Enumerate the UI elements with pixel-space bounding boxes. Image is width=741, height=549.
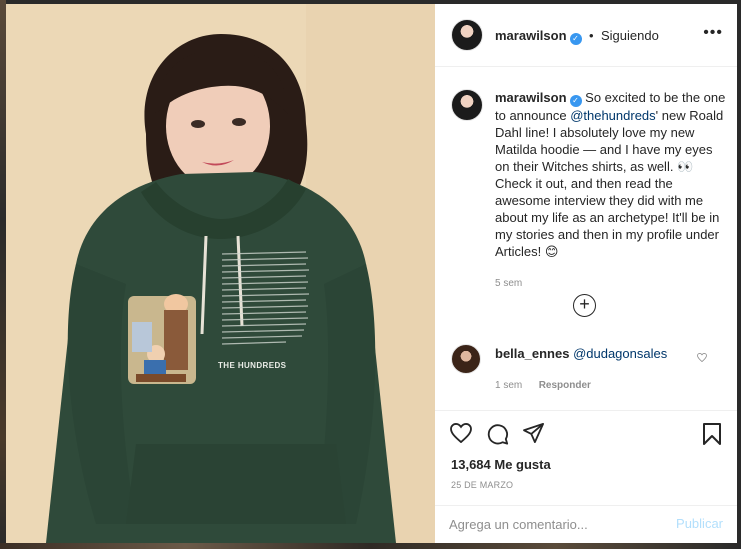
- comment-input[interactable]: [449, 514, 649, 534]
- like-count[interactable]: 13,684 Me gusta: [451, 457, 551, 472]
- photo-illustration: [6, 4, 435, 543]
- post-photo[interactable]: THE HUNDREDS: [6, 4, 435, 543]
- comment-time[interactable]: 1 sem: [495, 380, 522, 391]
- following-button[interactable]: Siguiendo: [601, 28, 659, 43]
- caption-avatar[interactable]: [451, 89, 483, 121]
- more-options-icon[interactable]: •••: [703, 25, 723, 41]
- comment-icon[interactable]: [487, 423, 509, 450]
- save-icon[interactable]: [703, 423, 721, 450]
- like-icon[interactable]: [450, 422, 472, 448]
- caption-text: marawilson ✓ So excited to be the one to …: [495, 89, 727, 292]
- hoodie-brand-print: THE HUNDREDS: [218, 361, 287, 370]
- post-header: marawilson ✓ • Siguiendo •••: [435, 4, 737, 67]
- caption-body-end: ' new Roald Dahl line! I absolutely love…: [495, 108, 724, 259]
- share-icon[interactable]: [523, 423, 545, 448]
- verified-icon: ✓: [569, 33, 582, 45]
- caption-time[interactable]: 5 sem: [495, 275, 727, 292]
- header-separator: •: [588, 28, 594, 43]
- comments-area: marawilson ✓ So excited to be the one to …: [435, 67, 737, 411]
- comment-like-icon[interactable]: [697, 352, 707, 365]
- post-date[interactable]: 25 DE MARZO: [451, 480, 513, 490]
- commenter-username[interactable]: bella_ennes: [495, 346, 569, 361]
- comment-form: Publicar: [435, 506, 737, 543]
- reply-button[interactable]: Responder: [539, 380, 591, 391]
- header-username[interactable]: marawilson: [495, 28, 567, 43]
- load-more-comments-button[interactable]: +: [573, 294, 596, 317]
- post-actions: 13,684 Me gusta 25 DE MARZO: [435, 411, 737, 506]
- comment-mention-link[interactable]: @dudagonsales: [573, 346, 667, 361]
- post-side-panel: marawilson ✓ • Siguiendo ••• marawilson ✓ …: [435, 4, 737, 543]
- publish-button[interactable]: Publicar: [676, 516, 723, 531]
- comment-item: bella_ennes @dudagonsales: [495, 346, 667, 361]
- header-user: marawilson ✓ • Siguiendo: [495, 27, 659, 45]
- caption-username[interactable]: marawilson: [495, 90, 567, 105]
- backdrop-bottom: [0, 543, 741, 549]
- comment-meta: 1 sem Responder: [495, 375, 591, 393]
- verified-icon: ✓: [569, 95, 582, 107]
- backdrop-right: [737, 0, 741, 549]
- commenter-avatar[interactable]: [451, 344, 481, 374]
- avatar[interactable]: [451, 19, 483, 51]
- caption-mention-link[interactable]: @thehundreds: [570, 108, 655, 123]
